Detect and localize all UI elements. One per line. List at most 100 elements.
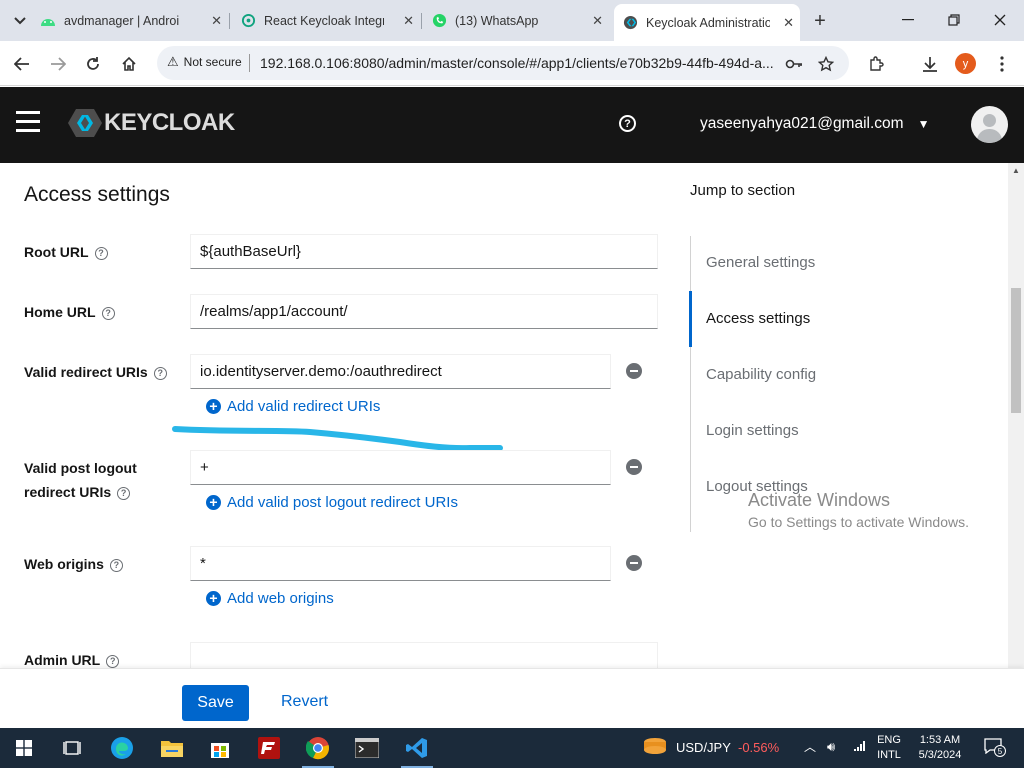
close-icon[interactable]: ✕ bbox=[211, 13, 222, 29]
browser-tab-avdmanager[interactable]: avdmanager | Androi ✕ bbox=[40, 6, 228, 35]
chrome-taskbar-app[interactable] bbox=[298, 732, 338, 768]
vscode-taskbar-app[interactable] bbox=[397, 732, 437, 768]
redirect-uri-input[interactable]: io.identityserver.demo:/oauthredirect bbox=[190, 354, 611, 389]
security-indicator[interactable]: ⚠ Not secure bbox=[167, 54, 242, 70]
tab-divider bbox=[229, 13, 230, 29]
add-post-logout-uri-link[interactable]: + Add valid post logout redirect URIs bbox=[206, 494, 458, 511]
save-button[interactable]: Save bbox=[182, 685, 249, 721]
revert-button[interactable]: Revert bbox=[281, 693, 328, 711]
reload-button[interactable] bbox=[80, 51, 106, 77]
admin-url-input[interactable] bbox=[190, 642, 658, 668]
jump-link-general-settings[interactable]: General settings bbox=[706, 254, 815, 271]
kebab-menu-icon[interactable] bbox=[990, 52, 1014, 76]
hamburger-menu-icon[interactable] bbox=[16, 111, 40, 133]
chatgpt-icon bbox=[240, 13, 256, 29]
tab-divider bbox=[421, 13, 422, 29]
label-text: Root URL bbox=[24, 244, 89, 260]
form-action-bar: Save Revert bbox=[0, 668, 1024, 728]
annotation-highlight-stroke bbox=[172, 426, 503, 452]
root-url-input[interactable]: ${authBaseUrl} bbox=[190, 234, 658, 269]
remove-web-origin-button[interactable] bbox=[626, 555, 642, 571]
tray-chevron-up-icon[interactable]: ︿ bbox=[804, 738, 816, 755]
scrollbar-thumb[interactable] bbox=[1011, 288, 1021, 413]
redirect-uris-label: Valid redirect URIs? bbox=[24, 360, 167, 384]
profile-avatar[interactable]: y bbox=[955, 53, 976, 74]
tab-search-button[interactable] bbox=[8, 9, 32, 33]
url-text[interactable]: 192.168.0.106:8080/admin/master/console/… bbox=[260, 55, 780, 71]
password-key-icon[interactable] bbox=[783, 53, 805, 75]
activation-watermark: Activate Windows Go to Settings to activ… bbox=[748, 490, 969, 530]
filezilla-taskbar-app[interactable] bbox=[249, 732, 289, 764]
notification-center-button[interactable]: 5 bbox=[984, 738, 1006, 757]
scroll-up-arrow-icon[interactable]: ▲ bbox=[1012, 166, 1020, 175]
forward-button[interactable] bbox=[45, 51, 71, 77]
start-button[interactable] bbox=[4, 732, 44, 764]
language-indicator[interactable]: ENG INTL bbox=[872, 733, 906, 763]
add-web-origin-link[interactable]: + Add web origins bbox=[206, 590, 334, 607]
download-icon[interactable] bbox=[918, 52, 942, 76]
jump-link-access-settings[interactable]: Access settings bbox=[706, 310, 810, 327]
extensions-puzzle-icon[interactable] bbox=[864, 52, 888, 76]
jump-link-capability-config[interactable]: Capability config bbox=[706, 366, 816, 383]
chrome-icon bbox=[306, 737, 329, 760]
reload-icon bbox=[87, 57, 99, 70]
close-icon[interactable]: ✕ bbox=[592, 13, 603, 29]
address-bar[interactable]: ⚠ Not secure 192.168.0.106:8080/admin/ma… bbox=[157, 46, 849, 80]
page-scrollbar[interactable]: ▲ bbox=[1008, 163, 1024, 668]
avatar[interactable] bbox=[971, 106, 1008, 143]
help-icon[interactable]: ? bbox=[109, 558, 123, 572]
network-icon[interactable] bbox=[852, 739, 866, 756]
close-icon[interactable]: ✕ bbox=[403, 13, 414, 29]
close-icon[interactable]: ✕ bbox=[783, 15, 794, 31]
clock[interactable]: 1:53 AM 5/3/2024 bbox=[910, 733, 970, 763]
remove-redirect-uri-button[interactable] bbox=[626, 363, 642, 379]
whatsapp-icon bbox=[431, 13, 447, 29]
ticker-symbol[interactable]: USD/JPY bbox=[676, 740, 731, 755]
terminal-icon bbox=[355, 738, 379, 758]
volume-icon[interactable]: 🔊︎ bbox=[827, 739, 835, 755]
minimize-icon bbox=[902, 19, 914, 21]
add-redirect-uri-link[interactable]: + Add valid redirect URIs bbox=[206, 398, 380, 415]
back-button[interactable] bbox=[9, 51, 35, 77]
jump-link-login-settings[interactable]: Login settings bbox=[706, 422, 799, 439]
terminal-taskbar-app[interactable] bbox=[347, 732, 387, 764]
remove-post-logout-uri-button[interactable] bbox=[626, 459, 642, 475]
home-button[interactable] bbox=[116, 51, 142, 77]
help-icon[interactable]: ? bbox=[153, 366, 167, 380]
help-question-icon[interactable]: ? bbox=[619, 115, 636, 132]
close-window-button[interactable] bbox=[988, 8, 1012, 32]
help-icon[interactable]: ? bbox=[94, 246, 108, 260]
bookmark-star-icon[interactable] bbox=[815, 53, 837, 75]
currency-ticker-icon[interactable] bbox=[642, 736, 668, 763]
tab-title: React Keycloak Integra bbox=[264, 13, 384, 28]
restore-button[interactable] bbox=[942, 8, 966, 32]
post-logout-uri-input[interactable]: + bbox=[190, 450, 611, 485]
web-origin-input[interactable]: * bbox=[190, 546, 611, 581]
keycloak-icon bbox=[622, 15, 638, 31]
browser-tab-react-keycloak[interactable]: React Keycloak Integra ✕ bbox=[240, 6, 420, 35]
store-taskbar-app[interactable] bbox=[200, 732, 240, 764]
browser-tab-whatsapp[interactable]: (13) WhatsApp ✕ bbox=[431, 6, 609, 35]
section-title: Access settings bbox=[24, 183, 170, 206]
help-icon[interactable]: ? bbox=[117, 486, 131, 500]
help-icon[interactable]: ? bbox=[106, 654, 120, 668]
edge-taskbar-app[interactable] bbox=[102, 732, 142, 764]
web-origins-label: Web origins? bbox=[24, 552, 123, 576]
minimize-button[interactable] bbox=[896, 8, 920, 32]
keycloak-logo[interactable]: KEYCLOAK bbox=[68, 107, 235, 139]
new-tab-button[interactable]: + bbox=[808, 9, 832, 33]
user-dropdown[interactable]: yaseenyahya021@gmail.com ▼ bbox=[700, 115, 929, 133]
clock-date: 5/3/2024 bbox=[918, 749, 962, 761]
label-text: Valid redirect URIs bbox=[24, 364, 148, 380]
ticker-change[interactable]: -0.56% bbox=[738, 740, 779, 755]
jump-to-section-title: Jump to section bbox=[690, 182, 796, 199]
keycloak-logo-icon bbox=[68, 109, 102, 137]
home-url-input[interactable]: /realms/app1/account/ bbox=[190, 294, 658, 329]
edge-icon bbox=[111, 737, 133, 759]
task-view-button[interactable] bbox=[52, 732, 92, 764]
label-text: Home URL bbox=[24, 304, 96, 320]
browser-tab-keycloak-admin[interactable]: Keycloak Administratio ✕ bbox=[614, 4, 800, 41]
help-icon[interactable]: ? bbox=[101, 306, 115, 320]
plus-circle-icon: + bbox=[206, 495, 221, 510]
file-explorer-taskbar-app[interactable] bbox=[152, 732, 192, 764]
